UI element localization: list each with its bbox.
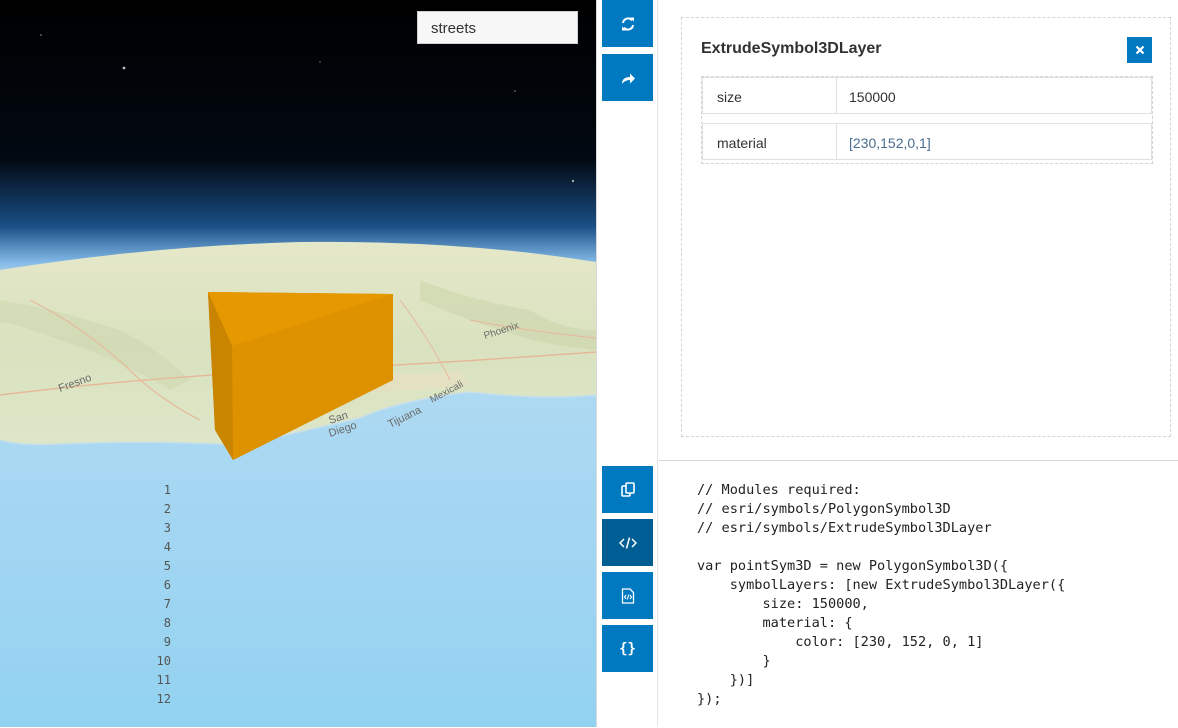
line-number: 8 [163, 616, 171, 630]
line-number: 1 [163, 483, 171, 497]
close-icon [1135, 45, 1144, 55]
refresh-icon [621, 16, 634, 31]
property-row-material[interactable]: material [230,152,0,1] [702, 123, 1152, 160]
basemap-select[interactable]: streets [417, 11, 578, 44]
share-button[interactable] [602, 54, 653, 101]
panel-title: ExtrudeSymbol3DLayer [701, 40, 882, 57]
line-number: 6 [163, 578, 171, 592]
code-text: } [697, 653, 771, 669]
properties-table: size 150000 material [230,152,0,1] [701, 76, 1153, 164]
refresh-button[interactable] [602, 0, 653, 47]
code-file-icon [621, 587, 634, 604]
code-icon [618, 536, 637, 549]
line-number: 9 [163, 635, 171, 649]
share-icon [621, 73, 635, 84]
code-text: // Modules required: [697, 482, 861, 498]
property-value[interactable]: 150000 [849, 89, 896, 105]
property-key: size [717, 89, 742, 105]
json-braces-icon: {} [619, 640, 636, 657]
close-button[interactable] [1127, 37, 1152, 63]
code-text: }); [697, 691, 722, 707]
code-text: size: 150000, [697, 596, 869, 612]
scene-view[interactable]: Fresno San Diego Tijuana Mexicali Phoeni… [0, 0, 596, 727]
code-button[interactable] [602, 519, 653, 566]
code-text: // esri/symbols/ExtrudeSymbol3DLayer [697, 520, 992, 536]
line-number: 5 [163, 559, 171, 573]
code-text: symbolLayers: [new ExtrudeSymbol3DLayer(… [697, 577, 1066, 593]
json-button[interactable]: {} [602, 625, 653, 672]
code-text: color: [230, 152, 0, 1] [697, 634, 984, 650]
symbol-properties-panel: ExtrudeSymbol3DLayer size 150000 materia… [681, 17, 1171, 437]
copy-button[interactable] [602, 466, 653, 513]
line-number: 4 [163, 540, 171, 554]
copy-icon [620, 481, 635, 497]
code-file-button[interactable] [602, 572, 653, 619]
code-panel[interactable]: 1 // Modules required: 2 // esri/symbols/P… [157, 460, 1178, 728]
line-number: 12 [156, 692, 171, 706]
property-value-link[interactable]: [230,152,0,1] [849, 135, 931, 151]
property-key: material [717, 135, 767, 151]
code-text: material: { [697, 615, 853, 631]
line-number: 3 [163, 521, 171, 535]
globe-scene[interactable]: Fresno San Diego Tijuana Mexicali Phoeni… [0, 0, 596, 727]
property-row-size[interactable]: size 150000 [702, 77, 1152, 114]
code-text: // esri/symbols/PolygonSymbol3D [697, 501, 951, 517]
line-number: 7 [163, 597, 171, 611]
vertical-toolbar: {} [596, 0, 658, 727]
line-number: 11 [156, 673, 171, 687]
code-text: var pointSym3D = new PolygonSymbol3D({ [697, 558, 1008, 574]
line-number: 2 [163, 502, 171, 516]
line-number: 10 [156, 654, 171, 668]
code-text: })] [697, 672, 755, 688]
